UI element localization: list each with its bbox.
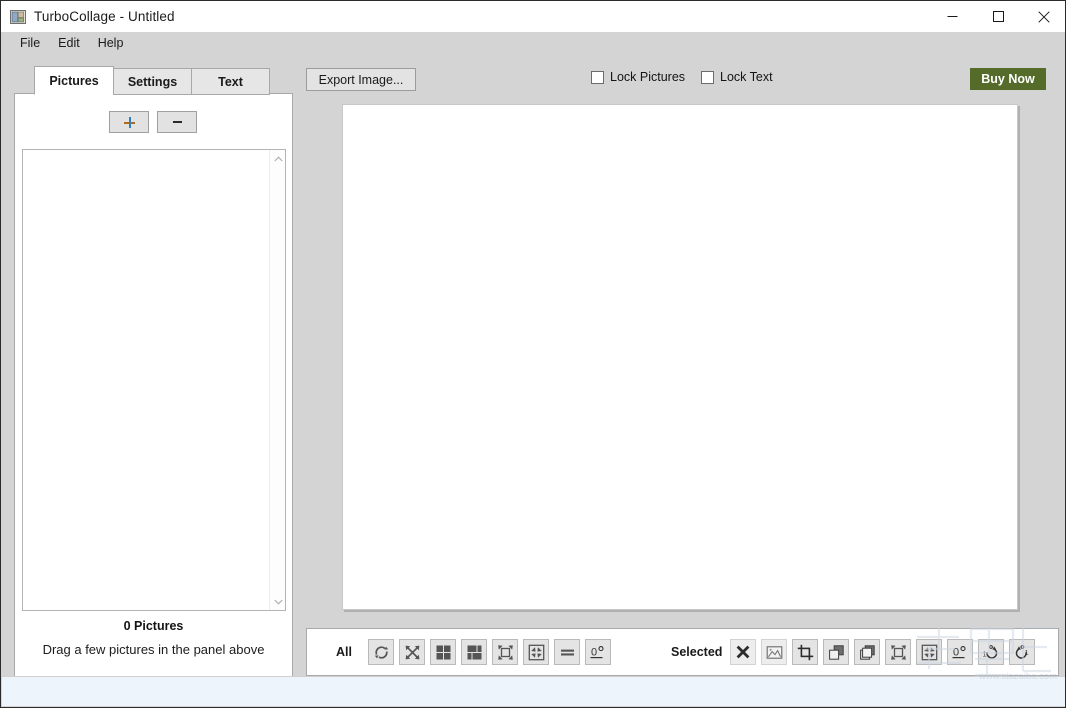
shrink-selected-icon[interactable] [916,639,943,665]
plus-icon [123,116,135,128]
turbocollage-window: TurboCollage - Untitled File Edit Help P… [0,0,1066,708]
equalize-size-icon[interactable] [554,639,580,665]
left-panel-tabs: Pictures Settings Text [34,66,270,95]
selected-group-label: Selected [671,645,723,659]
tab-text[interactable]: Text [191,68,270,95]
lock-text-option[interactable]: Lock Text [701,70,773,84]
mixed-grid-icon[interactable] [461,639,487,665]
svg-text:1: 1 [983,649,987,658]
reset-rotation-icon[interactable]: 0 [585,639,611,665]
rotate-clockwise-icon[interactable]: 1 [1009,639,1036,665]
send-to-back-icon[interactable] [854,639,881,665]
scroll-down-button[interactable] [270,593,286,610]
lock-text-label: Lock Text [720,70,773,84]
picture-count-label: 0 Pictures [123,619,184,633]
collage-canvas[interactable] [342,104,1018,610]
minimize-button[interactable] [929,1,975,32]
buy-now-button[interactable]: Buy Now [970,68,1046,90]
close-button[interactable] [1021,1,1065,32]
scroll-up-button[interactable] [270,150,286,167]
svg-text:0: 0 [591,646,597,658]
expand-all-icon[interactable] [492,639,518,665]
picture-thumbnail-list[interactable] [22,149,286,611]
menu-bar: File Edit Help [1,32,1065,54]
menu-help[interactable]: Help [89,34,133,52]
reset-rotation-selected-icon[interactable]: 0 [947,639,974,665]
shuffle-rotate-icon[interactable] [368,639,394,665]
export-image-button[interactable]: Export Image... [306,68,416,91]
picture-list-controls [109,111,197,133]
window-controls [929,1,1065,32]
crop-picture-icon[interactable] [792,639,819,665]
picture-list-scrollbar[interactable] [269,150,285,610]
lock-pictures-option[interactable]: Lock Pictures [591,70,685,84]
rotate-counterclockwise-icon[interactable]: 1 [978,639,1005,665]
lock-pictures-checkbox[interactable] [591,70,604,84]
maximize-button[interactable] [975,1,1021,32]
svg-text:0: 0 [953,646,959,658]
status-bar [2,676,1065,706]
lock-pictures-label: Lock Pictures [610,70,686,84]
window-title: TurboCollage - Untitled [34,9,175,24]
menu-file[interactable]: File [11,34,49,52]
tab-pictures[interactable]: Pictures [34,66,114,95]
bring-to-front-icon[interactable] [823,639,850,665]
title-bar: TurboCollage - Untitled [1,1,1065,32]
all-group-label: All [336,645,352,659]
app-icon [10,9,26,25]
lock-options: Lock Pictures Lock Text [591,70,773,84]
remove-pictures-button[interactable] [157,111,197,133]
add-pictures-button[interactable] [109,111,149,133]
lock-text-checkbox[interactable] [701,70,715,84]
selected-tools-group: 0 1 1 [730,639,1036,665]
shrink-all-icon[interactable] [523,639,549,665]
enlarge-selected-icon[interactable] [885,639,912,665]
delete-selected-icon[interactable] [730,639,757,665]
all-tools-group: 0 [368,639,611,665]
replace-picture-icon[interactable] [761,639,788,665]
shuffle-positions-icon[interactable] [399,639,425,665]
bottom-toolbar: All 0 Selected 0 1 1 [306,628,1059,676]
tab-settings[interactable]: Settings [113,68,192,95]
equal-grid-icon[interactable] [430,639,456,665]
minus-icon [172,121,182,123]
picture-drop-hint: Drag a few pictures in the panel above [42,642,265,657]
menu-edit[interactable]: Edit [49,34,89,52]
